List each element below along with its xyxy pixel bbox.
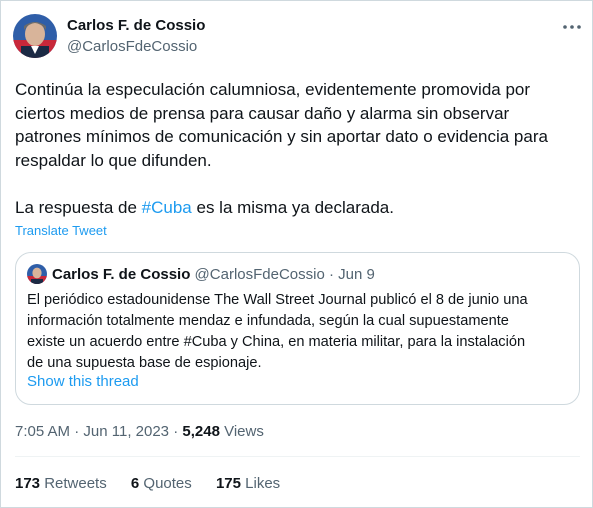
quoted-text-line: de una supuesta base de espionaje. [27,355,262,371]
author-name[interactable]: Carlos F. de Cossio [67,17,205,34]
quoted-text-line: El periódico estadounidense The Wall Str… [27,292,528,308]
translate-tweet-link[interactable]: Translate Tweet [15,223,107,238]
author-avatar[interactable] [13,14,57,58]
hashtag-link[interactable]: #Cuba [142,198,192,217]
quoted-header: Carlos F. de Cossio @CarlosFdeCossio · J… [52,266,375,283]
quoted-author-handle: @CarlosFdeCossio [194,266,325,283]
author-handle[interactable]: @CarlosFdeCossio [67,38,197,55]
retweets-stat[interactable]: 173 Retweets [15,475,107,492]
tweet-text-line: ciertos medios de prensa para causar dañ… [15,103,510,123]
tweet-timestamp: 7:05 AM · Jun 11, 2023 · 5,248 Views [15,423,264,440]
quotes-stat[interactable]: 6 Quotes [131,475,192,492]
quoted-author-name: Carlos F. de Cossio [52,266,191,283]
quoted-text-line: existe un acuerdo entre #Cuba y China, e… [27,334,526,350]
tweet-text-line: patrones mínimos de comunicación y sin a… [15,127,548,146]
tweet-text: Continúa la especulación calumniosa, evi… [15,78,580,219]
tweet-text-line: Continúa la especulación calumniosa, evi… [15,80,531,99]
engagement-stats: 173 Retweets 6 Quotes 175 Likes [15,475,280,492]
tweet-date[interactable]: Jun 11, 2023 [83,423,169,440]
more-horizontal-icon[interactable] [561,16,583,38]
author-avatar-image [13,14,57,58]
likes-label: Likes [240,475,281,492]
quoted-text: El periódico estadounidense The Wall Str… [27,290,575,374]
quotes-label: Quotes [139,475,192,492]
tweet-time[interactable]: 7:05 AM [15,423,70,440]
tweet-text-fragment: es la misma ya declarada. [191,197,394,217]
timestamp-separator: · [70,423,84,440]
tweet-card: Carlos F. de Cossio @CarlosFdeCossio Con… [0,0,593,508]
timestamp-separator: · [169,423,183,440]
tweet-text-last-line: La respuesta de #Cuba es la misma ya dec… [15,196,580,220]
quoted-date: Jun 9 [338,266,375,283]
quoted-text-line: información totalmente mendaz e infundad… [27,313,509,329]
retweets-count: 173 [15,475,41,492]
quoted-separator: · [324,266,339,283]
quoted-author-avatar [27,264,47,284]
quoted-tweet[interactable]: Carlos F. de Cossio @CarlosFdeCossio · J… [15,252,580,405]
views-label: Views [219,423,264,440]
likes-count: 175 [215,475,241,492]
tweet-text-fragment: La respuesta de [15,197,142,217]
views-count: 5,248 [182,423,220,440]
show-thread-link[interactable]: Show this thread [27,373,139,390]
quotes-count: 6 [130,475,140,492]
tweet-text-line: respaldar lo que difunden. [15,150,212,170]
retweets-label: Retweets [40,475,107,492]
divider [15,456,580,457]
likes-stat[interactable]: 175 Likes [216,475,280,492]
